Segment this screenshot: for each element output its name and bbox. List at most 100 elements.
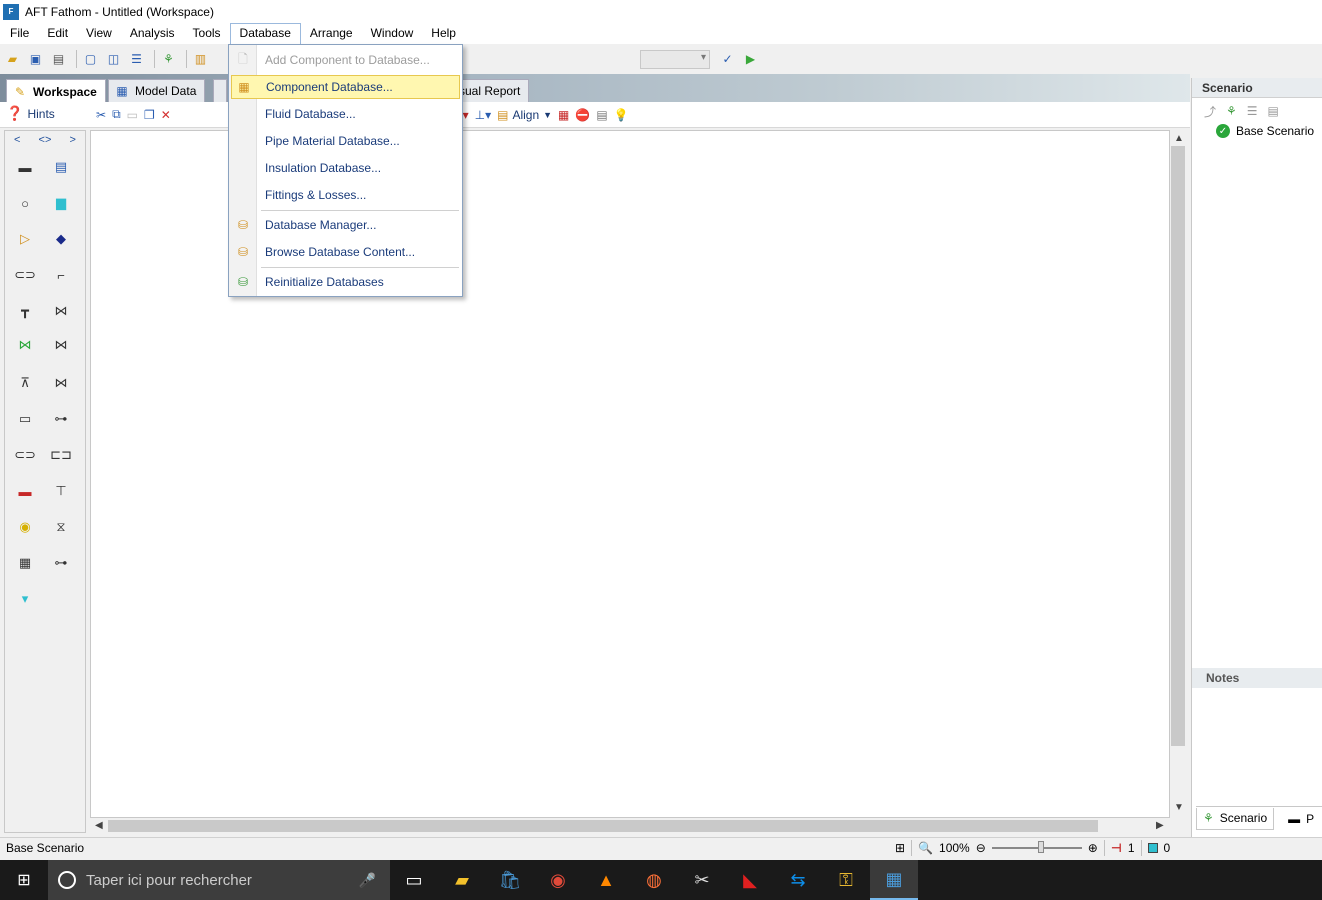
horizontal-scrollbar[interactable]: ◀ ▶: [90, 818, 1170, 834]
assigned-flow-icon[interactable]: ▷: [11, 225, 39, 253]
avira-icon[interactable]: ◣: [726, 860, 774, 900]
menu-arrange[interactable]: Arrange: [301, 23, 362, 44]
menu-insulation-database[interactable]: Insulation Database...: [231, 156, 460, 180]
menu-fluid-database[interactable]: Fluid Database...: [231, 102, 460, 126]
fit-to-window-icon[interactable]: ⊞: [895, 841, 905, 855]
heat-transfer-icon[interactable]: ▬: [11, 477, 39, 505]
window-split-vertical-icon[interactable]: ◫: [104, 50, 123, 69]
stop-icon[interactable]: ⛔: [575, 105, 590, 125]
file-explorer-icon[interactable]: ▰: [438, 860, 486, 900]
scroll-up-icon[interactable]: ▲: [1174, 133, 1184, 144]
vertical-scroll-thumb[interactable]: [1171, 146, 1185, 746]
branch-icon[interactable]: ○: [11, 189, 39, 217]
valve-icon[interactable]: ⋈: [47, 297, 75, 325]
scenario-list-icon[interactable]: ☰: [1247, 104, 1258, 118]
scenario-details-icon[interactable]: ▤: [1268, 104, 1279, 118]
tab-workspace[interactable]: ✎ Workspace: [6, 79, 106, 103]
annotation-tool-icon[interactable]: ▤: [47, 153, 75, 181]
orifice-icon[interactable]: ▭: [11, 405, 39, 433]
menu-tools[interactable]: Tools: [184, 23, 230, 44]
menu-window[interactable]: Window: [362, 23, 423, 44]
chrome-icon[interactable]: ◉: [534, 860, 582, 900]
teamviewer-icon[interactable]: ⇆: [774, 860, 822, 900]
run-model-icon[interactable]: ▶: [741, 50, 760, 69]
area-change-icon[interactable]: ⊂⊃: [11, 261, 39, 289]
open-icon[interactable]: ▰: [3, 50, 22, 69]
scroll-left-icon[interactable]: ◀: [95, 820, 103, 831]
window-single-icon[interactable]: ▢: [81, 50, 100, 69]
scroll-down-icon[interactable]: ▼: [1174, 802, 1184, 813]
palette-prev-button[interactable]: <: [14, 134, 20, 146]
assigned-pressure-icon[interactable]: ◆: [47, 225, 75, 253]
menu-view[interactable]: View: [77, 23, 121, 44]
scenario-promote-icon[interactable]: ⤴: [1204, 103, 1216, 120]
microphone-icon[interactable]: 🎤: [359, 872, 376, 889]
firefox-icon[interactable]: ◍: [630, 860, 678, 900]
zoom-slider-thumb[interactable]: [1037, 841, 1044, 853]
zoom-slider[interactable]: [991, 841, 1082, 853]
snipping-tool-icon[interactable]: ✂: [678, 860, 726, 900]
relief-valve-icon[interactable]: ⋈: [47, 331, 75, 359]
tab-visual-report[interactable]: sual Report: [452, 79, 530, 102]
scroll-right-icon[interactable]: ▶: [1156, 820, 1164, 831]
pump-icon[interactable]: ◉: [11, 513, 39, 541]
spray-icon[interactable]: ⊤: [47, 477, 75, 505]
dead-end-icon[interactable]: ⊶: [47, 549, 75, 577]
keys-icon[interactable]: ⚿: [822, 860, 870, 900]
scenario-manager-icon[interactable]: ⚘: [159, 50, 178, 69]
taskbar-search[interactable]: Taper ici pour rechercher 🎤: [48, 860, 390, 900]
compressor-icon[interactable]: ⧖: [47, 513, 75, 541]
menu-database[interactable]: Database: [229, 23, 301, 44]
print-icon[interactable]: ▤: [49, 50, 68, 69]
palette-both-button[interactable]: <>: [39, 134, 52, 146]
scenario-tree-item[interactable]: ✓ Base Scenario: [1192, 124, 1322, 138]
windows-start-icon[interactable]: ⊞: [0, 860, 48, 900]
palette-next-button[interactable]: >: [69, 134, 75, 146]
spray-discharge-icon[interactable]: ⊶: [47, 405, 75, 433]
check-valve-icon[interactable]: ⋈: [11, 331, 39, 359]
menu-help[interactable]: Help: [422, 23, 465, 44]
tab-scenario[interactable]: ⚘ Scenario: [1196, 807, 1275, 830]
heat-exchanger-icon[interactable]: ⊏⊐: [47, 441, 75, 469]
reservoir-icon[interactable]: ▆: [47, 189, 75, 217]
window-split-horizontal-icon[interactable]: ☰: [127, 50, 146, 69]
bend-icon[interactable]: ⌐: [47, 261, 75, 289]
cut-icon[interactable]: ✂: [96, 105, 106, 125]
menu-component-database[interactable]: ▦ Component Database...: [231, 75, 460, 99]
tab-pipes[interactable]: ▬ P: [1282, 807, 1321, 830]
control-valve-icon[interactable]: ⊼: [11, 369, 39, 397]
paste-icon[interactable]: ▭: [127, 105, 138, 125]
hints-button[interactable]: ❓ Hints: [6, 105, 55, 122]
delete-icon[interactable]: ✕: [161, 105, 171, 125]
tee-icon[interactable]: ┳: [11, 297, 39, 325]
menu-browse-database-content[interactable]: ⛁ Browse Database Content...: [231, 240, 460, 264]
annotation-icon[interactable]: ▤: [596, 105, 607, 125]
zoom-out-icon[interactable]: ⊖: [976, 841, 986, 855]
database-tool-icon[interactable]: ▥: [191, 50, 210, 69]
axis-icon[interactable]: ⊥▾: [475, 105, 491, 125]
tab-output[interactable]: [213, 79, 227, 102]
vlc-icon[interactable]: ▲: [582, 860, 630, 900]
scenario-tree-icon[interactable]: ⚘: [1226, 104, 1237, 118]
menu-file[interactable]: File: [0, 23, 38, 44]
three-way-valve-icon[interactable]: ⋈: [47, 369, 75, 397]
duplicate-icon[interactable]: ❐: [144, 105, 155, 125]
menu-pipe-material-database[interactable]: Pipe Material Database...: [231, 129, 460, 153]
check-model-icon[interactable]: ✓: [718, 50, 737, 69]
show-objects-icon[interactable]: ▦: [558, 105, 569, 125]
horizontal-scroll-thumb[interactable]: [108, 820, 1098, 832]
save-icon[interactable]: ▣: [26, 50, 45, 69]
volume-balance-icon[interactable]: ▾: [11, 585, 39, 613]
menu-edit[interactable]: Edit: [38, 23, 77, 44]
aft-fathom-taskbar-icon[interactable]: ▦: [870, 860, 918, 900]
pipe-tool-icon[interactable]: ▬: [11, 153, 39, 181]
aft-fathom-app-icon[interactable]: F: [3, 3, 19, 20]
menu-reinitialize-databases[interactable]: ⛁ Reinitialize Databases: [231, 270, 460, 294]
menu-analysis[interactable]: Analysis: [121, 23, 184, 44]
copy-icon[interactable]: ⧉: [112, 105, 121, 125]
menu-database-manager[interactable]: ⛁ Database Manager...: [231, 213, 460, 237]
screen-icon[interactable]: ⊂⊃: [11, 441, 39, 469]
general-component-icon[interactable]: ▦: [11, 549, 39, 577]
align-button[interactable]: ▤ Align ▼: [497, 105, 552, 125]
store-icon[interactable]: 🛍: [486, 860, 534, 900]
